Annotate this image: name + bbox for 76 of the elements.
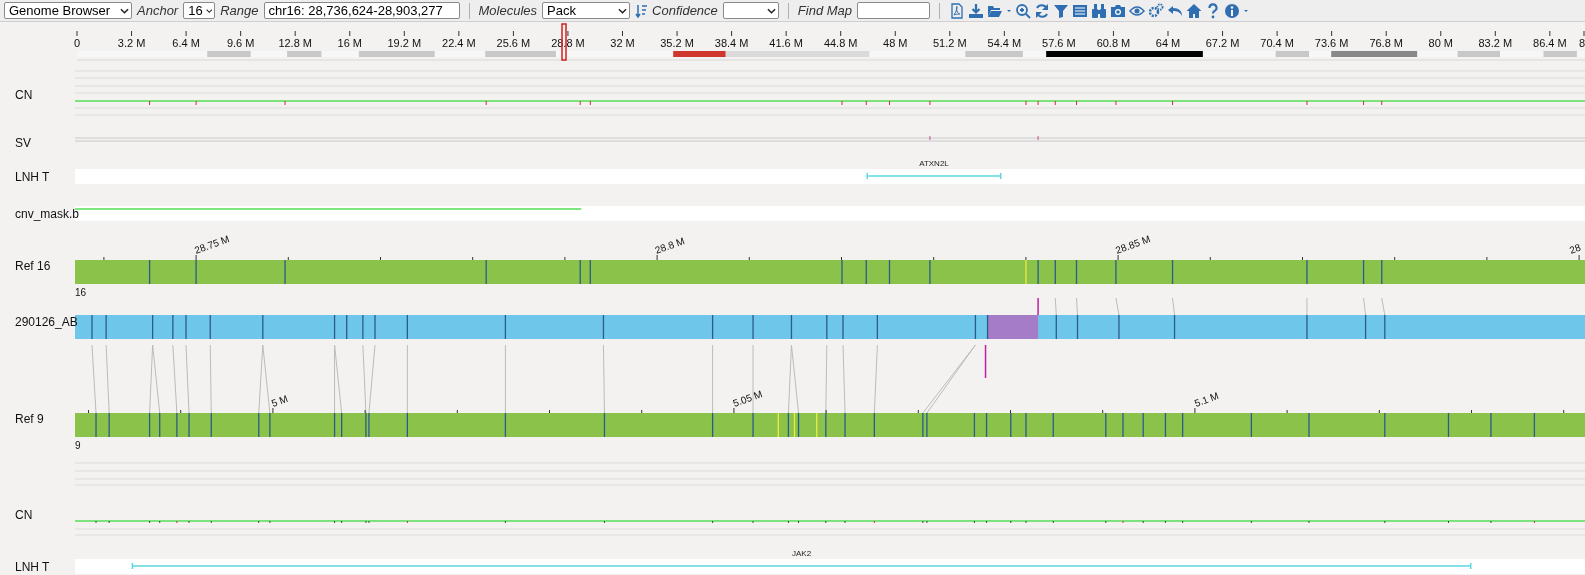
axis-tick-label: 41.6 M (769, 37, 803, 49)
axis-tick-label: 19.2 M (387, 37, 422, 49)
anchor-label: Anchor (137, 3, 179, 18)
axis-tick-label: 73.6 M (1314, 37, 1349, 49)
axis-tick-label: 54.4 M (987, 37, 1022, 49)
axis-tick-label: 5 M (269, 392, 290, 409)
info-icon[interactable] (1224, 2, 1241, 19)
molecule-map[interactable] (75, 314, 1585, 340)
axis-tick-label: 76.8 M (1369, 37, 1403, 49)
axis-tick-label: 6.4 M (172, 37, 200, 49)
pdf-file-icon[interactable] (949, 2, 966, 19)
track-label: Ref 9 (15, 412, 44, 426)
find-map-field[interactable] (857, 2, 931, 19)
track-label: LNH T (15, 560, 50, 574)
filter-icon[interactable] (1053, 2, 1070, 19)
axis-tick-label: 64 M (1155, 37, 1181, 49)
axis-tick-label: 5.05 M (731, 388, 764, 409)
molecules-select[interactable]: Pack (542, 2, 631, 19)
axis-tick-label: 28.8 M (653, 235, 686, 256)
axis-tick-label: 51.2 M (933, 37, 967, 49)
axis-tick-label: 32 M (610, 37, 635, 49)
chromosome-label: 9 (75, 440, 81, 451)
dropdown-caret-icon[interactable] (205, 7, 213, 14)
axis-tick-label: 8 (1578, 37, 1585, 49)
refresh-icon[interactable] (1034, 2, 1051, 19)
track-label: LNH T (15, 170, 50, 184)
track-label: SV (15, 136, 31, 150)
indel-line (1037, 298, 1039, 316)
axis-tick-label: 83.2 M (1478, 37, 1513, 49)
range-field[interactable]: chr16: 28,736,624-28,903,277 (263, 2, 460, 19)
gene-label: JAK2 (792, 549, 812, 558)
track-label: cnv_mask.b (15, 207, 80, 221)
find-map-label: Find Map (797, 3, 853, 18)
settings-icon[interactable] (1148, 2, 1165, 19)
dropdown-caret-icon[interactable] (120, 7, 129, 14)
axis-tick-label: 22.4 M (442, 37, 476, 49)
axis-tick-label: 70.4 M (1260, 37, 1294, 49)
axis-tick-label: 44.8 M (823, 37, 858, 49)
axis-tick-label: 28.75 M (193, 233, 231, 256)
gene-label: ATXN2L (919, 159, 949, 168)
confidence-label: Confidence (652, 3, 718, 18)
binoculars-icon[interactable] (1091, 2, 1108, 19)
axis-tick-label: 5.1 M (1192, 390, 1221, 409)
dropdown-caret-icon[interactable] (618, 7, 628, 14)
axis-tick-label: 25.6 M (496, 37, 531, 49)
axis-tick-label: 16 M (337, 37, 362, 49)
view-select[interactable]: Genome Browser (4, 2, 132, 19)
axis-tick-label: 0 (73, 37, 81, 49)
molecules-label: Molecules (478, 3, 538, 18)
anchor-select[interactable]: 16 (183, 2, 216, 19)
axis-tick-label: 38.4 M (714, 37, 749, 49)
sort-icon[interactable] (635, 3, 648, 18)
axis-tick-label: 28.85 M (1114, 233, 1152, 256)
indel-line (984, 345, 987, 379)
axis-tick-label: 48 M (883, 37, 908, 49)
track-label: CN (15, 88, 33, 102)
download-icon[interactable] (968, 2, 985, 19)
track-label: CN (15, 508, 33, 522)
axis-tick-label: 12.8 M (278, 37, 312, 49)
axis-tick-label: 35.2 M (660, 37, 694, 49)
axis-tick-label: 67.2 M (1205, 37, 1240, 49)
table-icon[interactable] (1072, 2, 1089, 19)
range-label: Range (220, 3, 259, 18)
axis-tick-label: 9.6 M (226, 37, 255, 49)
axis-tick-label: 57.6 M (1042, 37, 1076, 49)
axis-tick-label: 28 (1567, 241, 1583, 256)
axis-tick-label: 86.4 M (1533, 37, 1567, 49)
axis-tick-label: 60.8 M (1096, 37, 1131, 49)
axis-tick-label: 80 M (1428, 37, 1453, 49)
axis-tick-label: 3.2 M (117, 37, 146, 49)
dropdown-caret-icon[interactable] (766, 7, 776, 14)
chromosome-label: 16 (75, 287, 87, 298)
zoom-icon[interactable] (1015, 2, 1032, 19)
camera-icon[interactable] (1110, 2, 1127, 19)
home-icon[interactable] (1186, 2, 1203, 19)
track-label: Ref 16 (15, 259, 51, 273)
